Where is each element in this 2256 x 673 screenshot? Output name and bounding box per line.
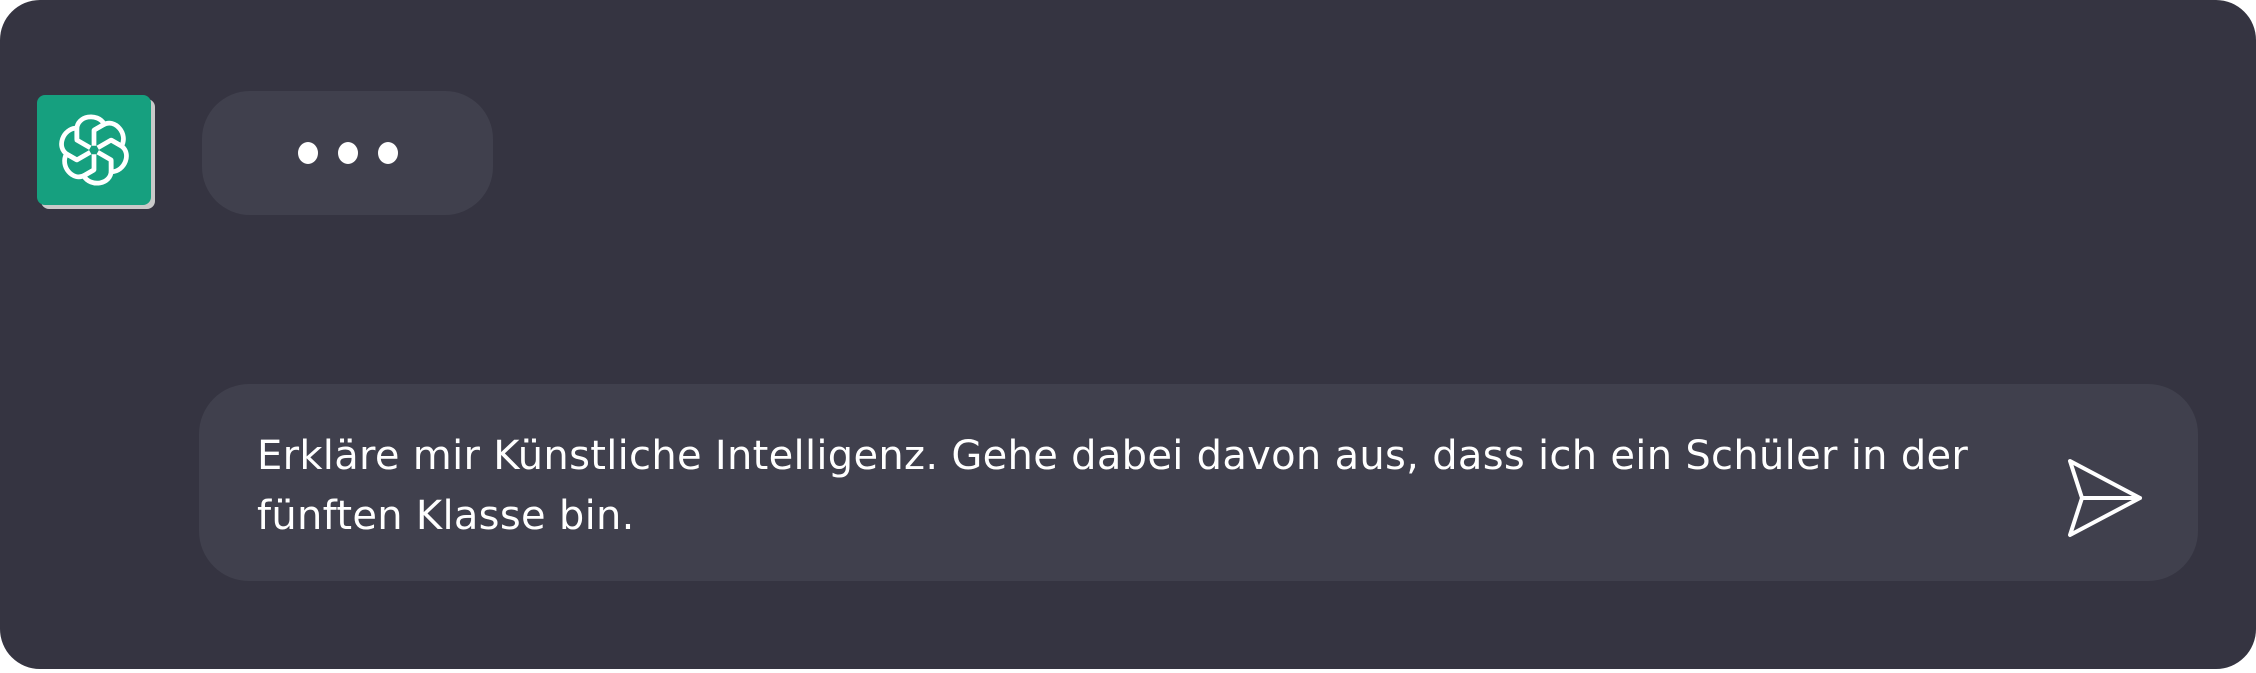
message-input-bar[interactable]: Erkläre mir Künstliche Intelligenz. Gehe… [199, 384, 2198, 581]
typing-indicator-bubble [202, 91, 493, 215]
chat-window: Erkläre mir Künstliche Intelligenz. Gehe… [0, 0, 2256, 669]
typing-dots-icon [297, 142, 398, 164]
message-input-text[interactable]: Erkläre mir Künstliche Intelligenz. Gehe… [257, 426, 1997, 546]
send-icon [2068, 459, 2142, 537]
send-button[interactable] [2065, 458, 2145, 538]
openai-logo-icon [59, 114, 129, 186]
assistant-avatar [37, 95, 151, 205]
